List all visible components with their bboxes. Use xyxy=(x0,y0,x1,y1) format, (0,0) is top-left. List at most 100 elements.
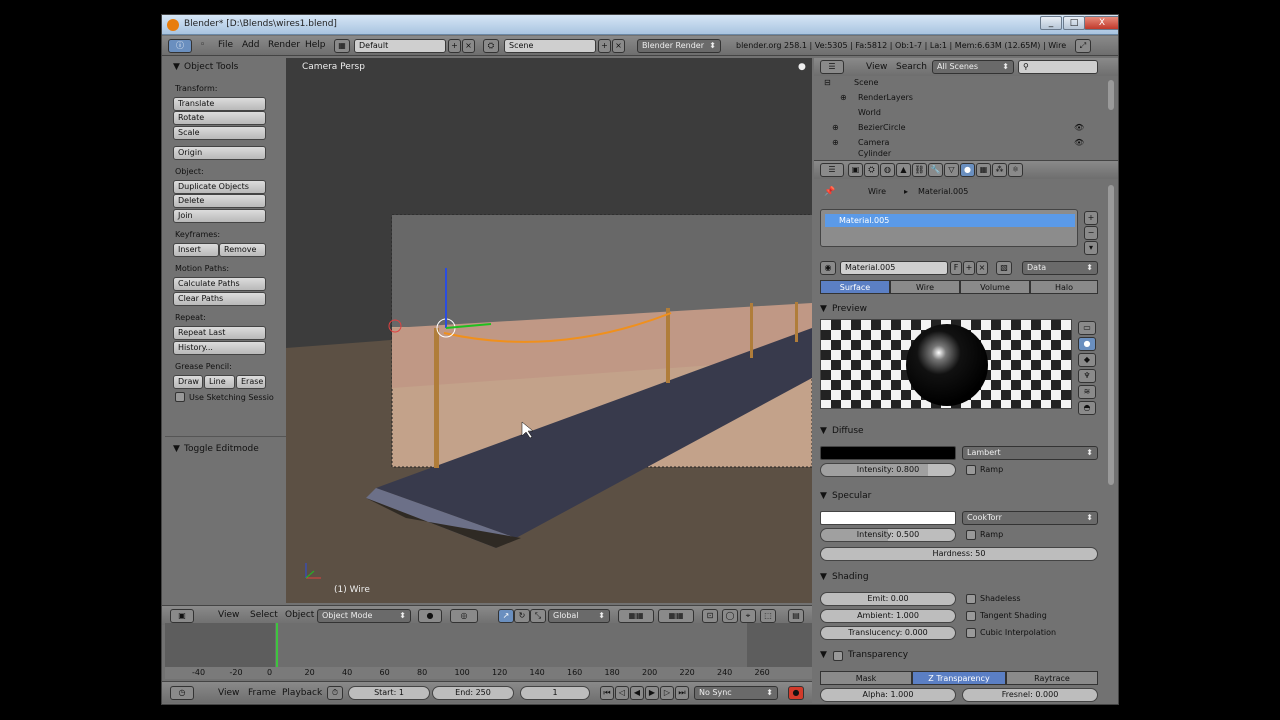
z-transparency-button[interactable]: Z Transparency xyxy=(912,671,1006,685)
remove-slot-icon[interactable]: − xyxy=(1084,226,1098,240)
insert-keyframe-button[interactable]: Insert xyxy=(173,243,219,257)
scene-icon[interactable]: ⛭ xyxy=(483,39,499,53)
tangent-shading-checkbox[interactable] xyxy=(966,611,976,621)
layers-icon-2[interactable]: ▦▦ xyxy=(658,609,694,623)
sketching-checkbox[interactable] xyxy=(175,392,185,402)
opengl-render-icon[interactable]: ▤ xyxy=(788,609,804,623)
collapse-icon[interactable]: ◦ xyxy=(200,40,205,50)
collapse-icon[interactable]: ▼ xyxy=(820,304,827,314)
alpha-slider[interactable]: Alpha: 1.000 xyxy=(820,688,956,702)
collapse-icon[interactable]: ▼ xyxy=(820,650,827,660)
panel-collapse-icon[interactable]: ▼ xyxy=(173,62,180,72)
context-tab-world-icon[interactable]: ◍ xyxy=(880,163,895,177)
play-icon[interactable]: ▶ xyxy=(645,686,659,700)
outliner-row-renderlayers[interactable]: ⊕ RenderLayers xyxy=(824,90,1104,105)
outliner-search-input[interactable]: ⚲ xyxy=(1018,60,1098,74)
editor-type-icon[interactable]: ☰ xyxy=(820,163,844,177)
current-frame-line[interactable] xyxy=(276,623,278,669)
menu-select[interactable]: Select xyxy=(250,610,278,620)
specular-shader-dropdown[interactable]: CookTorr ⬍ xyxy=(962,511,1098,525)
fresnel-slider[interactable]: Fresnel: 0.000 xyxy=(962,688,1098,702)
fullscreen-icon[interactable]: ⤢ xyxy=(1075,39,1091,53)
link-dropdown[interactable]: Data ⬍ xyxy=(1022,261,1098,275)
collapse-icon[interactable]: ▼ xyxy=(820,426,827,436)
minimize-button[interactable]: _ xyxy=(1040,16,1062,30)
pin-icon[interactable]: 📌 xyxy=(824,187,835,197)
mode-dropdown[interactable]: Object Mode ⬍ xyxy=(317,609,411,623)
context-tab-scene-icon[interactable]: ⛭ xyxy=(864,163,879,177)
render-engine-dropdown[interactable]: Blender Render ⬍ xyxy=(637,39,721,53)
add-scene-icon[interactable]: + xyxy=(598,39,611,53)
tab-surface[interactable]: Surface xyxy=(820,280,890,294)
render-preview-icon[interactable]: ◯ xyxy=(722,609,738,623)
expand-icon[interactable]: ⊕ xyxy=(832,135,839,150)
context-tab-physics-icon[interactable]: ⚛ xyxy=(1008,163,1023,177)
draw-button[interactable]: Draw xyxy=(173,375,203,389)
add-layout-icon[interactable]: + xyxy=(448,39,461,53)
screen-layout-field[interactable]: Default xyxy=(354,39,446,53)
tab-halo[interactable]: Halo xyxy=(1030,280,1098,294)
remove-scene-icon[interactable]: × xyxy=(612,39,625,53)
menu-view[interactable]: View xyxy=(218,688,239,698)
outliner-row-beziercircle[interactable]: ⊕ BezierCircle 👁 xyxy=(824,120,1104,135)
transparency-checkbox[interactable] xyxy=(833,651,843,661)
manipulator-scale-icon[interactable]: ⤡ xyxy=(530,609,546,623)
preview-flat-icon[interactable]: ▭ xyxy=(1078,321,1096,335)
shadeless-checkbox[interactable] xyxy=(966,594,976,604)
remove-keyframe-button[interactable]: Remove xyxy=(219,243,266,257)
lock-layers-icon[interactable]: ⊡ xyxy=(702,609,718,623)
collapse-icon[interactable]: ▼ xyxy=(820,491,827,501)
history-button[interactable]: History... xyxy=(173,341,266,355)
calculate-paths-button[interactable]: Calculate Paths xyxy=(173,277,266,291)
line-button[interactable]: Line xyxy=(204,375,235,389)
maximize-button[interactable]: □ xyxy=(1063,16,1085,30)
join-button[interactable]: Join xyxy=(173,209,266,223)
context-tab-texture-icon[interactable]: ▦ xyxy=(976,163,991,177)
material-slot-row[interactable]: Material.005 xyxy=(825,214,1075,227)
scale-button[interactable]: Scale xyxy=(173,126,266,140)
expand-icon[interactable]: ⊟ xyxy=(824,75,831,90)
hardness-slider[interactable]: Hardness: 50 xyxy=(820,547,1098,561)
editor-type-icon[interactable]: ▣ xyxy=(170,609,194,623)
menu-view[interactable]: View xyxy=(218,610,239,620)
context-tab-constraints-icon[interactable]: ⛓ xyxy=(912,163,927,177)
orientation-dropdown[interactable]: Global ⬍ xyxy=(548,609,610,623)
menu-render[interactable]: Render xyxy=(268,40,300,50)
origin-button[interactable]: Origin xyxy=(173,146,266,160)
start-frame-field[interactable]: Start: 1 xyxy=(348,686,430,700)
collapse-icon[interactable]: ▼ xyxy=(820,572,827,582)
timeline[interactable]: -40 -20 0 20 40 60 80 100 120 140 160 180 200 220 240 2… xyxy=(165,623,812,679)
current-frame-field[interactable]: 1 xyxy=(520,686,590,700)
preview-sphere-icon[interactable]: ● xyxy=(1078,337,1096,351)
diffuse-intensity-slider[interactable]: Intensity: 0.800 xyxy=(820,463,956,477)
new-material-icon[interactable]: + xyxy=(963,261,975,275)
menu-frame[interactable]: Frame xyxy=(248,688,276,698)
specular-intensity-slider[interactable]: Intensity: 0.500 xyxy=(820,528,956,542)
raytrace-button[interactable]: Raytrace xyxy=(1006,671,1098,685)
material-name-field[interactable]: Material.005 xyxy=(840,261,948,275)
prev-keyframe-icon[interactable]: ◁ xyxy=(615,686,629,700)
sync-dropdown[interactable]: No Sync ⬍ xyxy=(694,686,778,700)
menu-object[interactable]: Object xyxy=(285,610,314,620)
tab-wire[interactable]: Wire xyxy=(890,280,960,294)
eye-icon[interactable]: 👁 xyxy=(1074,135,1084,150)
editor-type-icon[interactable]: ◷ xyxy=(170,686,194,700)
outliner-row-scene[interactable]: ⊟ Scene xyxy=(824,75,1104,90)
snap-target-icon[interactable]: ⬚ xyxy=(760,609,776,623)
ambient-slider[interactable]: Ambient: 1.000 xyxy=(820,609,956,623)
tab-volume[interactable]: Volume xyxy=(960,280,1030,294)
context-tab-modifiers-icon[interactable]: 🔧 xyxy=(928,163,943,177)
translucency-slider[interactable]: Translucency: 0.000 xyxy=(820,626,956,640)
repeat-last-button[interactable]: Repeat Last xyxy=(173,326,266,340)
diffuse-shader-dropdown[interactable]: Lambert ⬍ xyxy=(962,446,1098,460)
duplicate-objects-button[interactable]: Duplicate Objects xyxy=(173,180,266,194)
rotate-button[interactable]: Rotate xyxy=(173,111,266,125)
properties-scrollbar[interactable] xyxy=(1108,185,1114,485)
editor-type-icon[interactable]: ⓘ xyxy=(168,39,192,53)
manipulator-rotate-icon[interactable]: ↻ xyxy=(514,609,530,623)
pivot-icon[interactable]: ◎ xyxy=(450,609,478,623)
emit-slider[interactable]: Emit: 0.00 xyxy=(820,592,956,606)
jump-start-icon[interactable]: ⏮ xyxy=(600,686,614,700)
display-mode-dropdown[interactable]: All Scenes ⬍ xyxy=(932,60,1014,74)
3d-viewport[interactable]: Camera Persp (1) Wire ● xyxy=(286,58,812,603)
